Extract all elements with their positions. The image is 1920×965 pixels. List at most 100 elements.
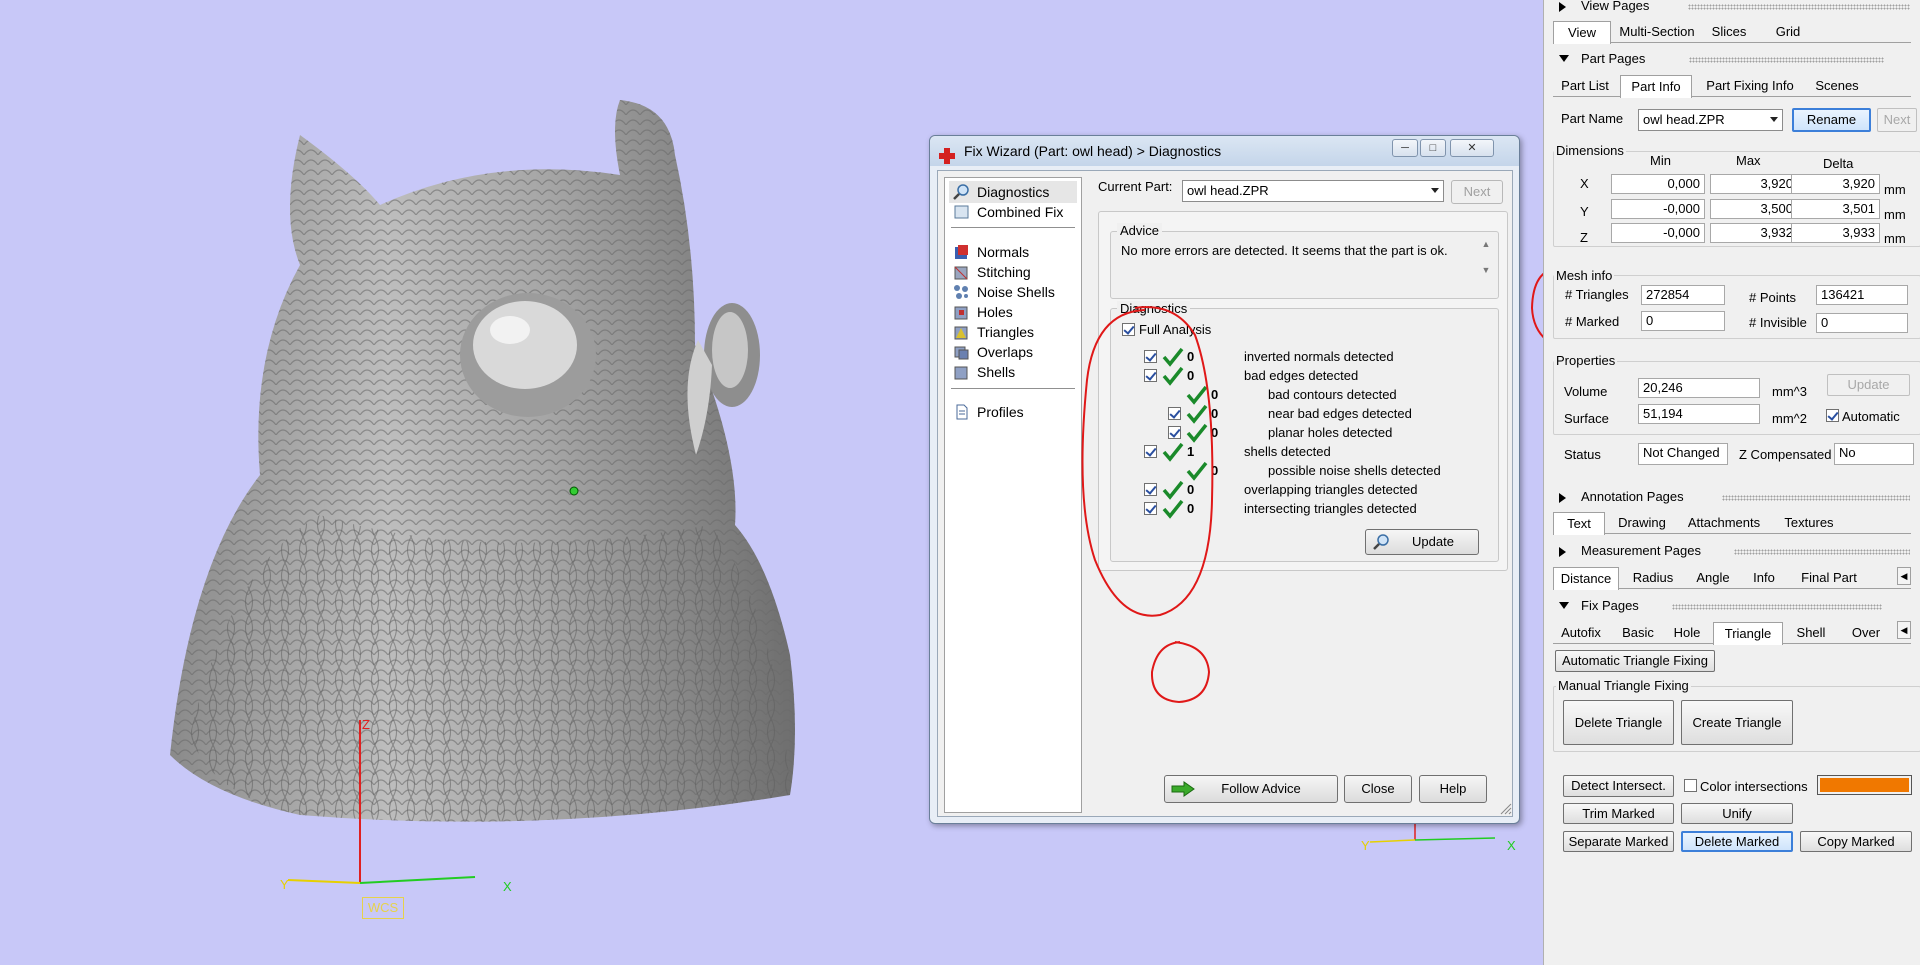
part-next-button[interactable]: Next — [1877, 108, 1917, 132]
tab-slices[interactable]: Slices — [1701, 21, 1757, 43]
color-intersections-checkbox[interactable] — [1684, 779, 1697, 792]
z-compensated-field[interactable]: No — [1834, 443, 1914, 465]
rename-button[interactable]: Rename — [1792, 108, 1871, 132]
separate-marked-button[interactable]: Separate Marked — [1563, 831, 1674, 852]
tab-grid[interactable]: Grid — [1761, 21, 1815, 43]
properties-update-button[interactable]: Update — [1827, 374, 1910, 396]
diag-checkbox-bad-edges[interactable] — [1144, 369, 1157, 382]
fix-pages-header[interactable]: Fix Pages — [1544, 596, 1920, 616]
tab-basic[interactable]: Basic — [1613, 622, 1663, 644]
dim-x-max[interactable]: 3,920 — [1710, 174, 1798, 194]
detect-intersect-button[interactable]: Detect Intersect. — [1563, 775, 1674, 797]
automatic-triangle-fixing-button[interactable]: Automatic Triangle Fixing — [1555, 650, 1715, 672]
tab-autofix[interactable]: Autofix — [1553, 622, 1609, 644]
diag-checkbox-intersecting[interactable] — [1144, 502, 1157, 515]
tab-shell[interactable]: Shell — [1788, 622, 1834, 644]
dim-y-min[interactable]: -0,000 — [1611, 199, 1705, 219]
copy-marked-button[interactable]: Copy Marked — [1800, 831, 1912, 852]
scroll-down-icon[interactable]: ▼ — [1479, 262, 1493, 280]
tab-drawing[interactable]: Drawing — [1609, 512, 1675, 534]
nav-item-overlaps[interactable]: Overlaps — [949, 341, 1077, 363]
delete-marked-button[interactable]: Delete Marked — [1681, 831, 1793, 852]
trim-marked-button[interactable]: Trim Marked — [1563, 803, 1674, 824]
nav-item-diagnostics[interactable]: Diagnostics — [949, 181, 1077, 203]
marked-field[interactable]: 0 — [1641, 311, 1725, 331]
tab-triangle[interactable]: Triangle — [1713, 622, 1783, 645]
diag-checkbox-near-bad-edges[interactable] — [1168, 407, 1181, 420]
nav-item-noise-shells[interactable]: Noise Shells — [949, 281, 1077, 303]
dim-z-max[interactable]: 3,932 — [1710, 223, 1798, 243]
minimize-button[interactable]: ─ — [1392, 139, 1418, 157]
diagnostics-update-button[interactable]: Update — [1365, 529, 1479, 555]
unify-button[interactable]: Unify — [1681, 803, 1793, 824]
nav-item-normals[interactable]: Normals — [949, 241, 1077, 263]
tab-radius[interactable]: Radius — [1623, 567, 1683, 589]
tab-multi-section[interactable]: Multi-Section — [1615, 21, 1699, 43]
scroll-up-icon[interactable]: ▲ — [1479, 236, 1493, 254]
tab-scenes[interactable]: Scenes — [1809, 75, 1865, 97]
full-analysis-checkbox[interactable] — [1122, 323, 1135, 336]
automatic-checkbox[interactable] — [1826, 409, 1839, 422]
annotation-pages-header[interactable]: Annotation Pages — [1544, 487, 1920, 507]
create-triangle-button[interactable]: Create Triangle — [1681, 700, 1793, 745]
diag-checkbox-shells[interactable] — [1144, 445, 1157, 458]
dim-x-delta[interactable]: 3,920 — [1791, 174, 1880, 194]
tab-angle[interactable]: Angle — [1687, 567, 1739, 589]
measurement-pages-header[interactable]: Measurement Pages — [1544, 541, 1920, 561]
next-button[interactable]: Next — [1451, 180, 1503, 204]
invisible-field[interactable]: 0 — [1816, 313, 1908, 333]
nav-item-stitching[interactable]: Stitching — [949, 261, 1077, 283]
maximize-button[interactable]: □ — [1420, 139, 1446, 157]
tab-info[interactable]: Info — [1741, 567, 1787, 589]
tab-text[interactable]: Text — [1553, 512, 1605, 535]
resize-grip-icon[interactable] — [1498, 801, 1512, 815]
dim-z-delta[interactable]: 3,933 — [1791, 223, 1880, 243]
surface-field[interactable]: 51,194 — [1638, 404, 1760, 424]
view-pages-header[interactable]: View Pages — [1544, 0, 1920, 16]
nav-item-combined-fix[interactable]: Combined Fix — [949, 201, 1077, 223]
follow-advice-button[interactable]: Follow Advice — [1164, 775, 1338, 803]
close-button[interactable]: Close — [1344, 775, 1412, 803]
wizard-nav-list: Diagnostics Combined Fix Normals Stitchi… — [944, 177, 1082, 813]
volume-label: Volume — [1564, 384, 1608, 399]
tab-textures[interactable]: Textures — [1774, 512, 1844, 534]
combined-fix-icon — [953, 204, 970, 220]
tab-final-part[interactable]: Final Part — [1791, 567, 1867, 589]
dim-unit: mm — [1884, 231, 1906, 246]
tab-over[interactable]: Over — [1838, 622, 1894, 644]
tab-part-info[interactable]: Part Info — [1620, 75, 1692, 98]
close-window-button[interactable]: ✕ — [1450, 139, 1494, 157]
tab-distance[interactable]: Distance — [1553, 567, 1619, 590]
status-field[interactable]: Not Changed — [1638, 443, 1728, 465]
diag-checkbox-overlapping[interactable] — [1144, 483, 1157, 496]
dim-z-min[interactable]: -0,000 — [1611, 223, 1705, 243]
current-part-select[interactable]: owl head.ZPR — [1182, 180, 1444, 202]
nav-item-triangles[interactable]: Triangles — [949, 321, 1077, 343]
tab-part-fixing-info[interactable]: Part Fixing Info — [1696, 75, 1804, 97]
dim-y-max[interactable]: 3,500 — [1710, 199, 1798, 219]
dim-y-delta[interactable]: 3,501 — [1791, 199, 1880, 219]
diag-checkbox-inverted-normals[interactable] — [1144, 350, 1157, 363]
part-pages-header[interactable]: Part Pages — [1544, 49, 1920, 69]
nav-item-holes[interactable]: Holes — [949, 301, 1077, 323]
triangles-field[interactable]: 272854 — [1641, 285, 1725, 305]
delete-triangle-button[interactable]: Delete Triangle — [1563, 700, 1674, 745]
diag-count: 0 — [1187, 501, 1195, 516]
volume-field[interactable]: 20,246 — [1638, 378, 1760, 398]
nav-item-profiles[interactable]: Profiles — [949, 401, 1077, 423]
tab-scroll-left-icon[interactable]: ◀ — [1897, 621, 1911, 639]
help-button[interactable]: Help — [1419, 775, 1487, 803]
diag-text: intersecting triangles detected — [1244, 501, 1417, 516]
intersection-color-swatch[interactable] — [1817, 775, 1912, 795]
dim-x-min[interactable]: 0,000 — [1611, 174, 1705, 194]
diag-checkbox-planar-holes[interactable] — [1168, 426, 1181, 439]
nav-item-shells[interactable]: Shells — [949, 361, 1077, 383]
part-name-select[interactable]: owl head.ZPR — [1638, 109, 1783, 131]
tab-hole[interactable]: Hole — [1665, 622, 1709, 644]
tab-scroll-left-icon[interactable]: ◀ — [1897, 567, 1911, 585]
points-field[interactable]: 136421 — [1816, 285, 1908, 305]
tab-part-list[interactable]: Part List — [1553, 75, 1617, 97]
tab-view[interactable]: View — [1553, 21, 1611, 44]
tab-attachments[interactable]: Attachments — [1678, 512, 1770, 534]
view-tabs: View Multi-Section Slices Grid — [1553, 21, 1911, 44]
